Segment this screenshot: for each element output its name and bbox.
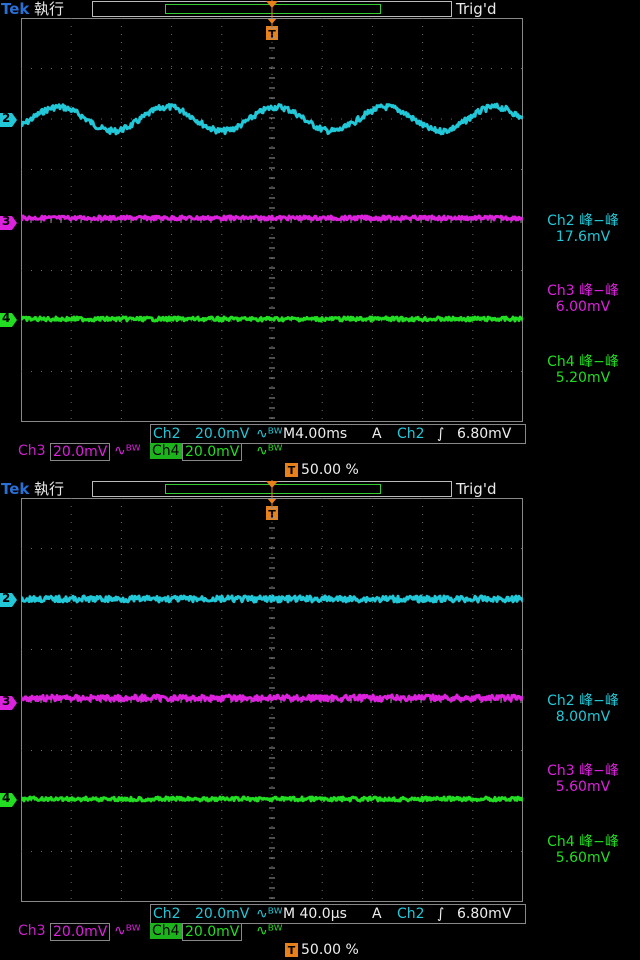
- bandwidth-limit-icon: ∿ᴮᵂ: [256, 906, 283, 922]
- run-status: 執行: [34, 480, 65, 498]
- trigger-position-readout: T 50.00 %: [285, 462, 359, 478]
- ch2-readout-label: Ch2: [153, 426, 181, 442]
- meas-value: 17.6mV: [555, 229, 611, 245]
- trigger-icon: T: [285, 463, 298, 477]
- ch2-scale[interactable]: 20.0mV: [195, 906, 249, 922]
- trigger-level[interactable]: 6.80mV: [457, 426, 511, 442]
- meas-label: Ch2 峰−峰: [547, 693, 619, 709]
- ch3-readout-label: Ch3: [18, 923, 46, 939]
- ch2-marker[interactable]: 2: [0, 591, 17, 607]
- ch3-scale[interactable]: 20.0mV: [50, 443, 111, 461]
- meas-value: 5.60mV: [555, 779, 611, 795]
- bandwidth-limit-icon: ∿ᴮᵂ: [256, 443, 283, 459]
- readout-bar: Ch2 20.0mV ∿ᴮᵂ M 40.0µs A Ch2 ∫ 6.80mV: [150, 904, 526, 924]
- meas-value: 5.20mV: [555, 370, 611, 386]
- meas-value: 5.60mV: [555, 850, 611, 866]
- trigger-position-value: 50.00 %: [301, 942, 359, 958]
- ch2-pk-pk-measurement: Ch2 峰−峰 17.6mV: [526, 213, 640, 245]
- trigger-status: Trig'd: [456, 0, 497, 18]
- ch2-marker[interactable]: 2: [0, 111, 17, 127]
- ch3-trace: [21, 214, 523, 222]
- ch4-readout-label: Ch4: [150, 443, 182, 459]
- meas-label: Ch2 峰−峰: [547, 213, 619, 229]
- ch4-readout-label: Ch4: [150, 923, 182, 939]
- trigger-status: Trig'd: [456, 480, 497, 498]
- trigger-icon: T: [285, 943, 298, 957]
- ch2-scale[interactable]: 20.0mV: [195, 426, 249, 442]
- ch4-scale[interactable]: 20.0mV: [182, 443, 243, 461]
- brand-logo: Tek: [1, 0, 30, 18]
- trigger-position-readout: T 50.00 %: [285, 942, 359, 958]
- ch4-pk-pk-measurement: Ch4 峰−峰 5.20mV: [526, 354, 640, 386]
- ch2-pk-pk-measurement: Ch2 峰−峰 8.00mV: [526, 693, 640, 725]
- ch3-trace: [21, 693, 523, 703]
- brand-logo: Tek: [1, 480, 30, 498]
- run-status: 執行: [34, 0, 65, 18]
- ch3-pk-pk-measurement: Ch3 峰−峰 6.00mV: [526, 283, 640, 315]
- meas-label: Ch4 峰−峰: [547, 354, 619, 370]
- ch2-readout-label: Ch2: [153, 906, 181, 922]
- bandwidth-limit-icon: ∿ᴮᵂ: [114, 443, 141, 459]
- meas-value: 8.00mV: [555, 709, 611, 725]
- readout-bar-2: Ch3 20.0mV ∿ᴮᵂ Ch4 20.0mV ∿ᴮᵂ: [18, 922, 283, 941]
- meas-label: Ch3 峰−峰: [547, 283, 619, 299]
- ch4-marker[interactable]: 4: [0, 311, 17, 327]
- ch4-scale[interactable]: 20.0mV: [182, 923, 243, 941]
- meas-label: Ch3 峰−峰: [547, 763, 619, 779]
- ch4-pk-pk-measurement: Ch4 峰−峰 5.60mV: [526, 834, 640, 866]
- readout-bar: Ch2 20.0mV ∿ᴮᵂ M4.00ms A Ch2 ∫ 6.80mV: [150, 424, 526, 444]
- waveform-graticule: [21, 18, 523, 422]
- ch3-marker[interactable]: 3: [0, 214, 17, 230]
- timebase[interactable]: M 40.0µs: [283, 906, 347, 922]
- bandwidth-limit-icon: ∿ᴮᵂ: [256, 923, 283, 939]
- timebase[interactable]: M4.00ms: [283, 426, 347, 442]
- ch3-scale[interactable]: 20.0mV: [50, 923, 111, 941]
- ch4-marker[interactable]: 4: [0, 791, 17, 807]
- trigger-slope-icon[interactable]: ∫: [437, 906, 444, 922]
- ch3-pk-pk-measurement: Ch3 峰−峰 5.60mV: [526, 763, 640, 795]
- trigger-source[interactable]: Ch2: [397, 906, 425, 922]
- trigger-source[interactable]: Ch2: [397, 426, 425, 442]
- scope-screen-2: Tek 執行 Trig'd T 2 3 4 Ch2 峰−峰 8.00mV Ch3…: [0, 480, 640, 960]
- ch4-trace: [21, 795, 523, 803]
- meas-label: Ch4 峰−峰: [547, 834, 619, 850]
- waveform-graticule: [21, 498, 523, 902]
- ch3-marker[interactable]: 3: [0, 694, 17, 710]
- trigger-slope-icon[interactable]: ∫: [437, 426, 444, 442]
- ch4-trace: [21, 315, 523, 323]
- ch2-trace: [21, 594, 523, 604]
- trigger-level[interactable]: 6.80mV: [457, 906, 511, 922]
- meas-value: 6.00mV: [555, 299, 611, 315]
- readout-bar-2: Ch3 20.0mV ∿ᴮᵂ Ch4 20.0mV ∿ᴮᵂ: [18, 442, 283, 461]
- bandwidth-limit-icon: ∿ᴮᵂ: [256, 426, 283, 442]
- trigger-mode: A: [372, 426, 382, 442]
- ch3-readout-label: Ch3: [18, 443, 46, 459]
- bandwidth-limit-icon: ∿ᴮᵂ: [114, 923, 141, 939]
- scope-screen-1: Tek 執行 Trig'd T 2 3 4 Ch2 峰−峰 17.6mV Ch3…: [0, 0, 640, 480]
- trigger-mode: A: [372, 906, 382, 922]
- trigger-position-value: 50.00 %: [301, 462, 359, 478]
